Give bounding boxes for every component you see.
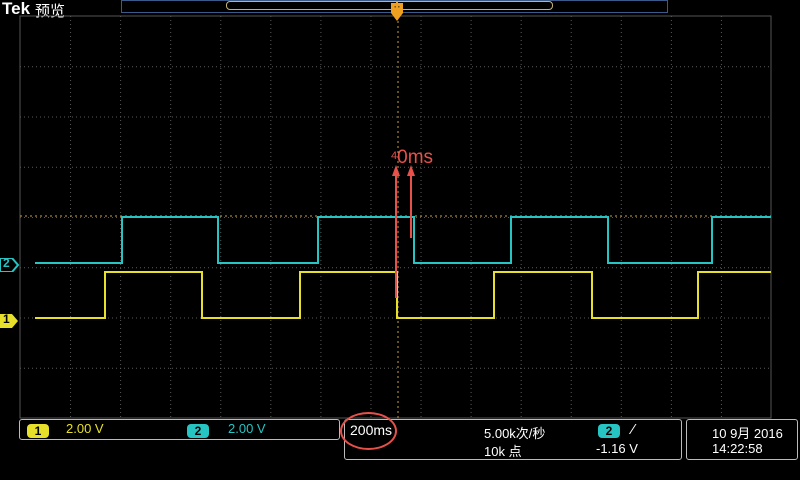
trigger-slope-icon: ⁄ bbox=[632, 421, 635, 438]
timebase-highlight-circle bbox=[340, 412, 397, 450]
measurement-annotation: 40ms bbox=[391, 147, 434, 168]
trigger-level: -1.16 V bbox=[596, 441, 638, 456]
ch1-scale: 2.00 V bbox=[66, 421, 104, 436]
ch1-badge[interactable]: 1 bbox=[27, 424, 49, 438]
ch1-waveform bbox=[35, 271, 771, 319]
trigger-source-badge[interactable]: 2 bbox=[598, 424, 620, 438]
ch1-marker-icon[interactable]: 1 bbox=[0, 312, 20, 328]
date-label: 10 9月 2016 bbox=[712, 426, 783, 441]
time-label: 14:22:58 bbox=[712, 441, 763, 456]
ch2-waveform bbox=[35, 216, 771, 264]
ch2-scale: 2.00 V bbox=[228, 421, 266, 436]
annotation-arrows bbox=[392, 165, 415, 298]
ch2-badge[interactable]: 2 bbox=[187, 424, 209, 438]
ch2-marker-icon[interactable]: 2 bbox=[0, 256, 20, 273]
sample-rate: 5.00k次/秒 bbox=[484, 426, 546, 441]
record-length: 10k 点 bbox=[484, 444, 522, 459]
waveform-display[interactable]: T bbox=[0, 0, 800, 480]
